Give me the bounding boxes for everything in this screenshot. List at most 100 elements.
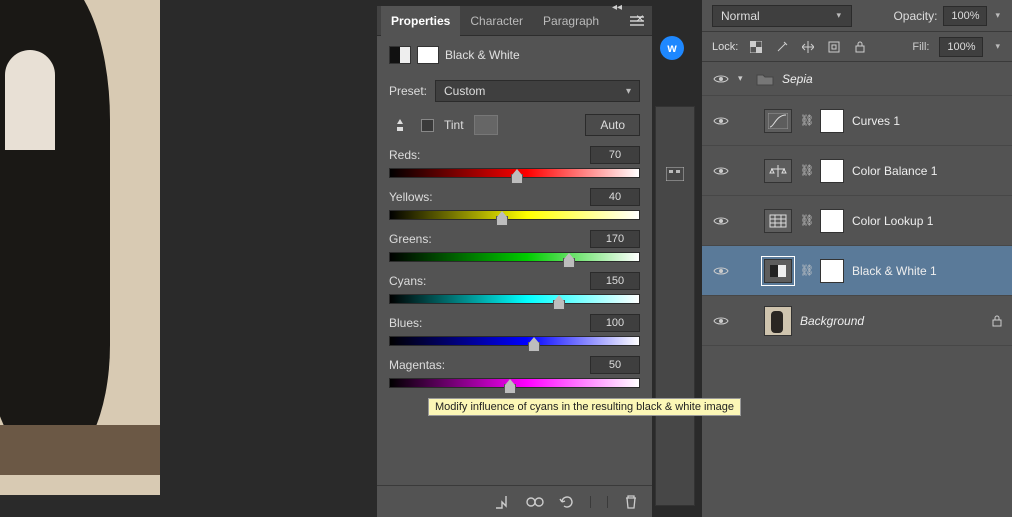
lock-position-icon[interactable] (800, 41, 816, 53)
slider-label: Blues: (389, 316, 422, 330)
slider-value[interactable]: 50 (590, 356, 640, 374)
slider-track[interactable] (389, 168, 640, 178)
preset-value: Custom (444, 84, 485, 98)
tab-properties[interactable]: Properties (381, 6, 460, 36)
chevron-down-icon[interactable]: ▾ (993, 10, 1002, 21)
lock-all-icon[interactable] (852, 41, 868, 53)
slider-label: Cyans: (389, 274, 426, 288)
slider-thumb[interactable] (563, 258, 575, 268)
background-layer-row[interactable]: Background (702, 296, 1012, 346)
preset-select[interactable]: Custom ▾ (435, 80, 640, 102)
slider-track[interactable] (389, 210, 640, 220)
chevron-down-icon[interactable]: ▾ (993, 41, 1002, 52)
layer-name[interactable]: Curves 1 (852, 114, 900, 128)
slider-label: Greens: (389, 232, 432, 246)
toggle-visibility-icon[interactable] (590, 496, 608, 508)
layer-group-row[interactable]: ▾ Sepia (702, 62, 1012, 96)
sliders-container: Reds: 70 Yellows: 40 Greens: 170 Cyans: … (377, 146, 652, 398)
adjustment-header: Black & White (377, 36, 652, 74)
layers-panel: Normal ▾ Opacity: 100% ▾ Lock: Fill: 100… (702, 0, 1012, 517)
disclosure-icon[interactable]: ▾ (738, 73, 748, 84)
reset-icon[interactable] (558, 495, 576, 509)
slider-greens: Greens: 170 (389, 230, 640, 262)
lock-artboard-icon[interactable] (826, 41, 842, 53)
link-icon[interactable]: ⛓ (800, 164, 812, 177)
fill-input[interactable]: 100% (939, 37, 983, 57)
slider-yellows: Yellows: 40 (389, 188, 640, 220)
layer-row[interactable]: ⛓ Curves 1 (702, 96, 1012, 146)
background-thumb (764, 306, 792, 336)
slider-track[interactable] (389, 252, 640, 262)
visibility-toggle-icon[interactable] (712, 74, 730, 84)
slider-thumb[interactable] (528, 342, 540, 352)
layer-name[interactable]: Color Balance 1 (852, 164, 937, 178)
collapsed-dock[interactable] (655, 106, 695, 506)
trash-icon[interactable] (622, 495, 640, 509)
slider-label: Yellows: (389, 190, 433, 204)
slider-value[interactable]: 150 (590, 272, 640, 290)
slider-track[interactable] (389, 336, 640, 346)
tab-character[interactable]: Character (460, 6, 533, 36)
mask-thumb[interactable] (820, 159, 844, 183)
fill-label: Fill: (912, 41, 929, 53)
slider-value[interactable]: 70 (590, 146, 640, 164)
slider-thumb[interactable] (553, 300, 565, 310)
preset-label: Preset: (389, 84, 427, 98)
slider-value[interactable]: 170 (590, 230, 640, 248)
slider-thumb[interactable] (496, 216, 508, 226)
slider-thumb[interactable] (511, 174, 523, 184)
visibility-toggle-icon[interactable] (712, 316, 730, 326)
layer-row[interactable]: ⛓ Color Balance 1 (702, 146, 1012, 196)
view-previous-icon[interactable] (526, 496, 544, 508)
close-icon[interactable]: × (636, 10, 644, 26)
lock-label: Lock: (712, 41, 738, 53)
slider-reds: Reds: 70 (389, 146, 640, 178)
slider-thumb[interactable] (504, 384, 516, 394)
photo-preview (0, 0, 160, 495)
tint-color-swatch[interactable] (474, 115, 498, 135)
visibility-toggle-icon[interactable] (712, 216, 730, 226)
slider-track[interactable] (389, 378, 640, 388)
slider-value[interactable]: 40 (590, 188, 640, 206)
mask-thumb[interactable] (820, 259, 844, 283)
lock-icon[interactable] (992, 315, 1002, 327)
clip-to-layer-icon[interactable] (494, 495, 512, 509)
auto-button[interactable]: Auto (585, 114, 640, 136)
layer-list: ▾ Sepia ⛓ Curves 1 ⛓ Color Balance 1 ⛓ C… (702, 62, 1012, 346)
opacity-label: Opacity: (893, 9, 937, 23)
mask-thumb[interactable] (820, 209, 844, 233)
layer-name[interactable]: Color Lookup 1 (852, 214, 933, 228)
layer-name[interactable]: Background (800, 314, 864, 328)
link-icon[interactable]: ⛓ (800, 114, 812, 127)
layer-name[interactable]: Sepia (782, 72, 813, 86)
adjustment-icon (764, 159, 792, 183)
tab-paragraph[interactable]: Paragraph (533, 6, 609, 36)
slider-track[interactable] (389, 294, 640, 304)
lock-pixels-icon[interactable] (774, 41, 790, 53)
visibility-toggle-icon[interactable] (712, 166, 730, 176)
link-icon[interactable]: ⛓ (800, 264, 812, 277)
blend-mode-select[interactable]: Normal ▾ (712, 5, 852, 27)
visibility-toggle-icon[interactable] (712, 266, 730, 276)
lock-transparency-icon[interactable] (748, 41, 764, 53)
layer-row[interactable]: ⛓ Color Lookup 1 (702, 196, 1012, 246)
tint-checkbox[interactable] (421, 119, 434, 132)
blend-mode-value: Normal (721, 9, 760, 23)
layer-row[interactable]: ⛓ Black & White 1 (702, 246, 1012, 296)
slider-label: Reds: (389, 148, 420, 162)
chevron-down-icon: ▾ (626, 86, 631, 97)
lock-row: Lock: Fill: 100% ▾ (702, 32, 1012, 62)
layer-name[interactable]: Black & White 1 (852, 264, 937, 278)
targeted-adjust-icon[interactable] (389, 116, 411, 134)
opacity-input[interactable]: 100% (943, 6, 987, 26)
document-canvas[interactable] (0, 0, 165, 517)
slider-value[interactable]: 100 (590, 314, 640, 332)
link-icon[interactable]: ⛓ (800, 214, 812, 227)
swatches-icon[interactable] (656, 157, 694, 191)
visibility-toggle-icon[interactable] (712, 116, 730, 126)
collapse-icon[interactable]: ◂◂ (612, 2, 622, 13)
workspace-badge[interactable]: w (660, 36, 684, 60)
panel-tabbar: Properties Character Paragraph (377, 6, 652, 36)
mask-thumb[interactable] (820, 109, 844, 133)
mask-icon[interactable] (417, 46, 439, 64)
